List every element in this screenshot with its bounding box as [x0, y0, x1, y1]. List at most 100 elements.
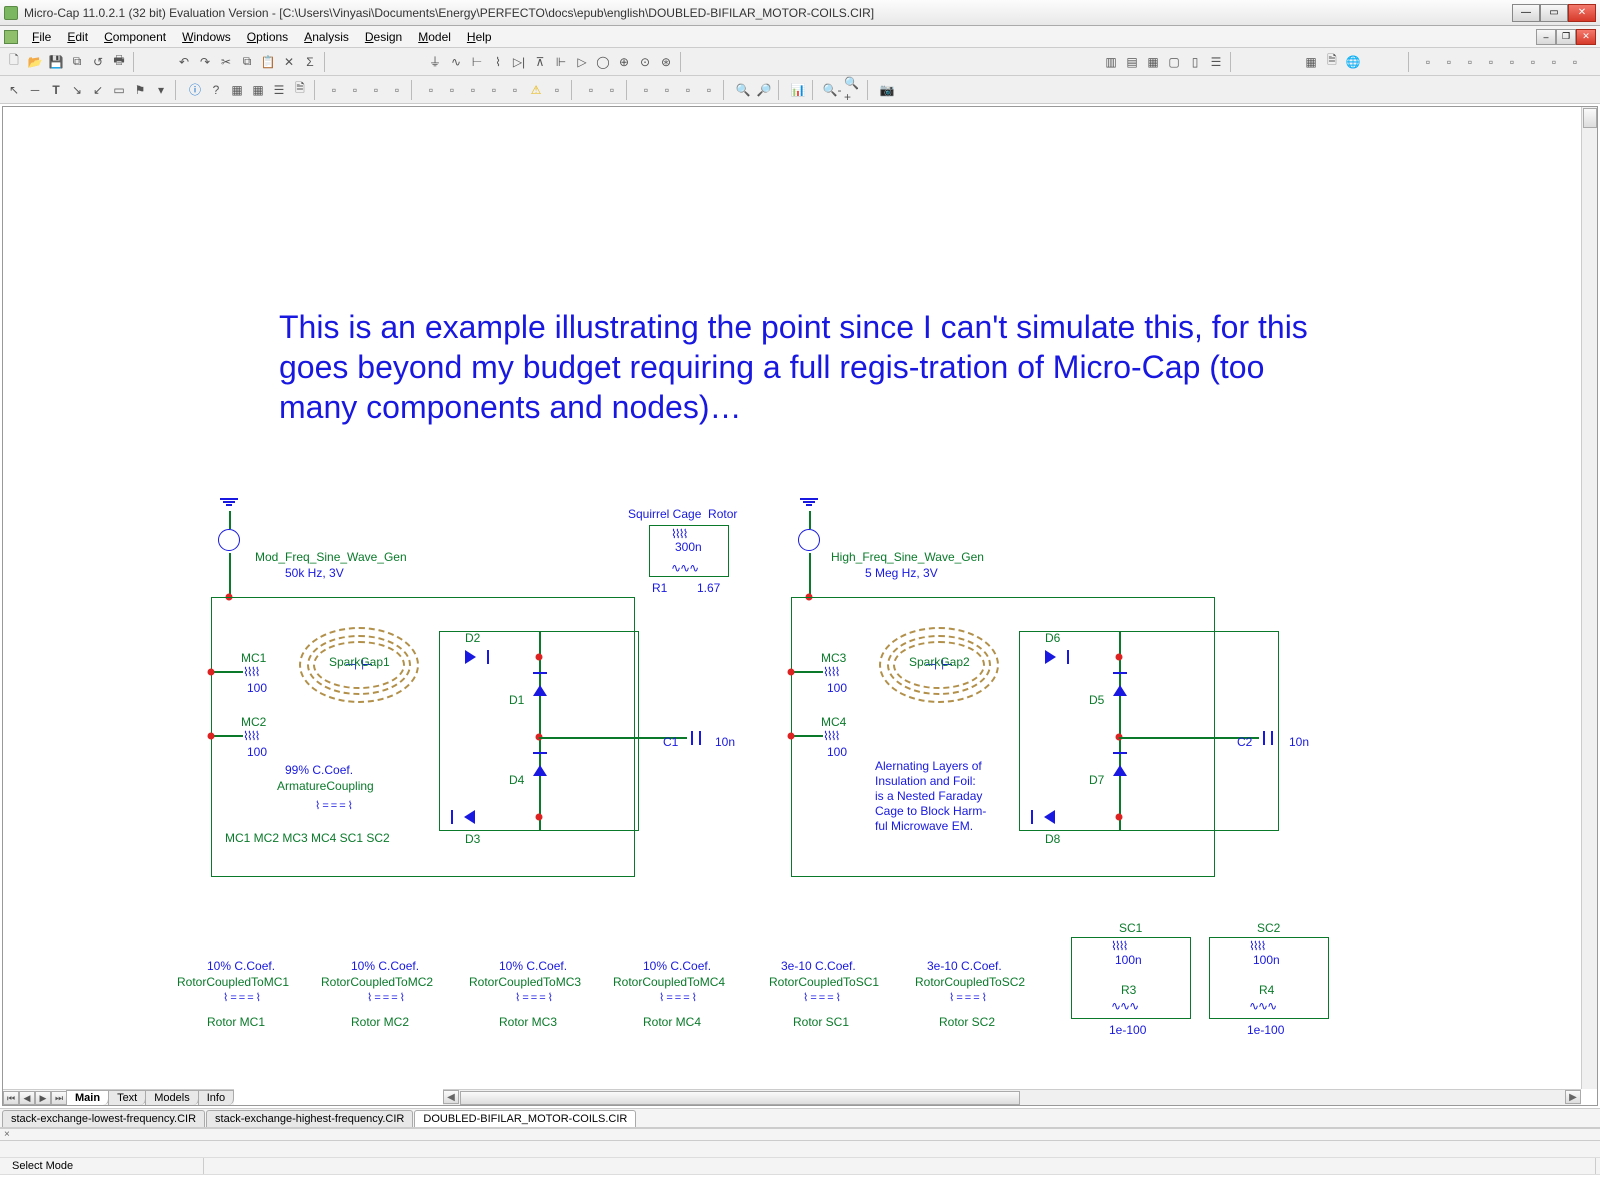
mdi-close-button[interactable]: ✕: [1576, 29, 1596, 45]
file-tab-2[interactable]: stack-exchange-highest-frequency.CIR: [206, 1110, 413, 1127]
menu-help[interactable]: Help: [459, 28, 500, 46]
open-icon[interactable]: 📂: [25, 52, 45, 72]
page-first-button[interactable]: ⏮: [3, 1091, 19, 1105]
p8-icon[interactable]: ▫: [484, 80, 504, 100]
mdi-restore-button[interactable]: ❐: [1556, 29, 1576, 45]
zoom-in-icon[interactable]: 🔍+: [843, 80, 863, 100]
page-tab-text[interactable]: Text: [108, 1090, 146, 1105]
a6-icon[interactable]: ▫: [1523, 52, 1543, 72]
sum-icon[interactable]: Σ: [300, 52, 320, 72]
split-icon[interactable]: ▯: [1185, 52, 1205, 72]
diode-icon[interactable]: ▷|: [509, 52, 529, 72]
mos-icon[interactable]: ⊩: [551, 52, 571, 72]
save-all-icon[interactable]: ⧉: [67, 52, 87, 72]
a4-icon[interactable]: ▫: [1481, 52, 1501, 72]
cascade-icon[interactable]: ▦: [1143, 52, 1163, 72]
camera-icon[interactable]: 📷: [877, 80, 897, 100]
help-icon[interactable]: ?: [206, 80, 226, 100]
res-icon[interactable]: ∿: [446, 52, 466, 72]
page-tab-main[interactable]: Main: [66, 1090, 109, 1105]
list2-icon[interactable]: ☰: [269, 80, 289, 100]
hscroll-left-button[interactable]: ◀: [443, 1090, 459, 1104]
grid-icon[interactable]: ▦: [227, 80, 247, 100]
p1-icon[interactable]: ▫: [324, 80, 344, 100]
page-tab-models[interactable]: Models: [145, 1090, 198, 1105]
meter-icon[interactable]: ⊛: [656, 52, 676, 72]
text-icon[interactable]: T: [46, 80, 66, 100]
delete-icon[interactable]: ✕: [279, 52, 299, 72]
a7-icon[interactable]: ▫: [1544, 52, 1564, 72]
p2-icon[interactable]: ▫: [345, 80, 365, 100]
p4-icon[interactable]: ▫: [387, 80, 407, 100]
p6-icon[interactable]: ▫: [442, 80, 462, 100]
copy-icon[interactable]: ⧉: [237, 52, 257, 72]
menu-model[interactable]: Model: [410, 28, 459, 46]
chart-icon[interactable]: 📊: [788, 80, 808, 100]
close-button[interactable]: ✕: [1568, 4, 1596, 22]
cap-icon[interactable]: ⊢: [467, 52, 487, 72]
doc-icon[interactable]: 🗎: [1322, 52, 1342, 72]
page-tab-info[interactable]: Info: [198, 1090, 234, 1105]
p9-icon[interactable]: ▫: [505, 80, 525, 100]
txt2-icon[interactable]: 🗎: [290, 80, 310, 100]
page-next-button[interactable]: ▶: [35, 1091, 51, 1105]
cut-icon[interactable]: ✂: [216, 52, 236, 72]
isrc-icon[interactable]: ⊙: [635, 52, 655, 72]
mdi-minimize-button[interactable]: –: [1536, 29, 1556, 45]
print-icon[interactable]: 🖶: [109, 52, 129, 72]
tile-h-icon[interactable]: ▥: [1101, 52, 1121, 72]
p13-icon[interactable]: ▫: [636, 80, 656, 100]
a5-icon[interactable]: ▫: [1502, 52, 1522, 72]
hscroll-right-button[interactable]: ▶: [1565, 1090, 1581, 1104]
redo-icon[interactable]: ↷: [195, 52, 215, 72]
save-icon[interactable]: 💾: [46, 52, 66, 72]
menu-analysis[interactable]: Analysis: [296, 28, 357, 46]
comp-icon[interactable]: ▾: [151, 80, 171, 100]
globe-icon[interactable]: 🌐: [1343, 52, 1363, 72]
file-tab-3[interactable]: DOUBLED-BIFILAR_MOTOR-COILS.CIR: [414, 1110, 636, 1127]
menu-edit[interactable]: Edit: [59, 28, 96, 46]
grid2-icon[interactable]: ▦: [248, 80, 268, 100]
p14-icon[interactable]: ▫: [657, 80, 677, 100]
find-icon[interactable]: 🔍: [733, 80, 753, 100]
maximize-button[interactable]: ▭: [1540, 4, 1568, 22]
a3-icon[interactable]: ▫: [1460, 52, 1480, 72]
horizontal-scrollbar[interactable]: ◀ ▶: [443, 1089, 1581, 1105]
menu-design[interactable]: Design: [357, 28, 410, 46]
new-icon[interactable]: 🗋: [4, 52, 24, 72]
find2-icon[interactable]: 🔎: [754, 80, 774, 100]
src-icon[interactable]: ◯: [593, 52, 613, 72]
p10-icon[interactable]: ▫: [547, 80, 567, 100]
p7-icon[interactable]: ▫: [463, 80, 483, 100]
vertical-scrollbar[interactable]: [1581, 107, 1597, 1089]
gnd-icon[interactable]: ⏚: [425, 52, 445, 72]
list-icon[interactable]: ☰: [1206, 52, 1226, 72]
tile-v-icon[interactable]: ▤: [1122, 52, 1142, 72]
a1-icon[interactable]: ▫: [1418, 52, 1438, 72]
page-last-button[interactable]: ⏭: [51, 1091, 67, 1105]
a8-icon[interactable]: ▫: [1565, 52, 1585, 72]
warn-icon[interactable]: ⚠: [526, 80, 546, 100]
select-icon[interactable]: ↖: [4, 80, 24, 100]
menu-options[interactable]: Options: [239, 28, 296, 46]
paste-icon[interactable]: 📋: [258, 52, 278, 72]
p5-icon[interactable]: ▫: [421, 80, 441, 100]
wire-icon[interactable]: ─: [25, 80, 45, 100]
bus-icon[interactable]: ↙: [88, 80, 108, 100]
window-icon[interactable]: ▢: [1164, 52, 1184, 72]
file-tab-1[interactable]: stack-exchange-lowest-frequency.CIR: [2, 1110, 205, 1127]
npn-icon[interactable]: ⊼: [530, 52, 550, 72]
wire2-icon[interactable]: ↘: [67, 80, 87, 100]
undo-icon[interactable]: ↶: [174, 52, 194, 72]
p16-icon[interactable]: ▫: [699, 80, 719, 100]
p12-icon[interactable]: ▫: [602, 80, 622, 100]
page-prev-button[interactable]: ◀: [19, 1091, 35, 1105]
a2-icon[interactable]: ▫: [1439, 52, 1459, 72]
flag-icon[interactable]: ⚑: [130, 80, 150, 100]
opamp-icon[interactable]: ▷: [572, 52, 592, 72]
rect-icon[interactable]: ▭: [109, 80, 129, 100]
revert-icon[interactable]: ↺: [88, 52, 108, 72]
vsrc-icon[interactable]: ⊕: [614, 52, 634, 72]
zoom-out-icon[interactable]: 🔍-: [822, 80, 842, 100]
close-panel-button[interactable]: ×: [0, 1129, 1600, 1141]
